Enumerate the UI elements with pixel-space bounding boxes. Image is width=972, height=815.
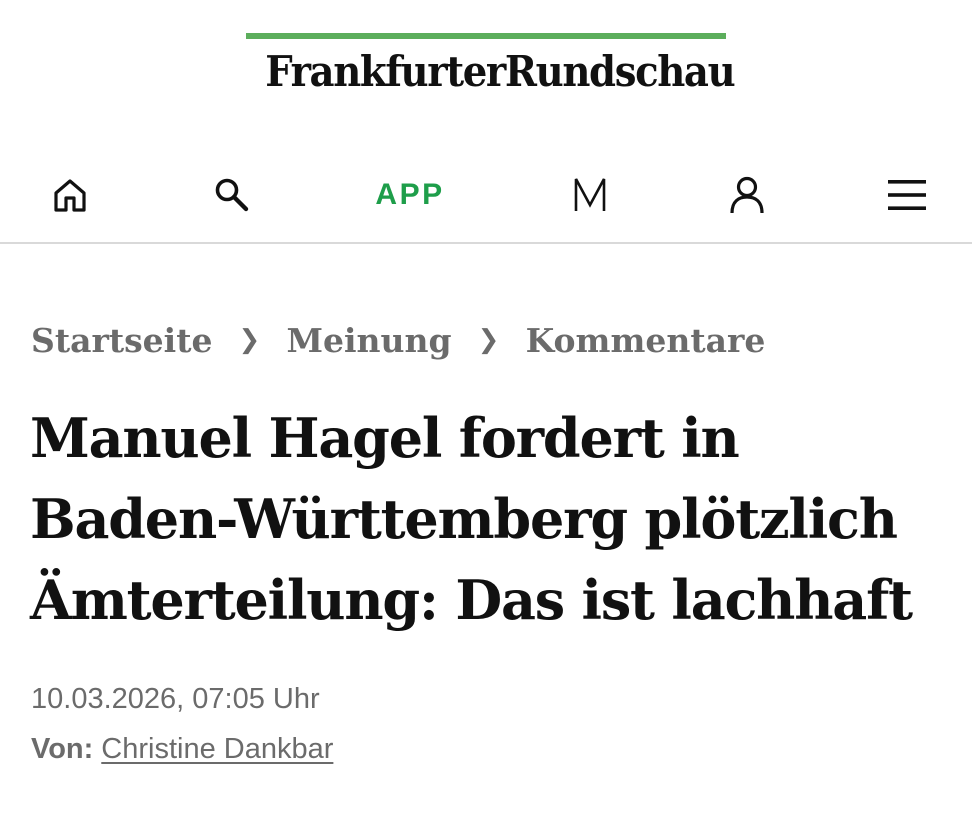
breadcrumb-separator: ❯ — [477, 325, 500, 355]
menu-button[interactable] — [876, 148, 938, 242]
top-navigation: APP — [0, 148, 972, 244]
byline-label: Von: — [31, 733, 94, 765]
app-link[interactable]: APP — [350, 148, 470, 242]
app-label: APP — [375, 178, 445, 211]
home-icon — [54, 179, 86, 212]
search-button[interactable] — [202, 148, 262, 242]
search-icon — [215, 178, 249, 212]
merkzettel-m-icon — [574, 178, 606, 211]
home-button[interactable] — [40, 148, 100, 242]
breadcrumb-startseite[interactable]: Startseite — [31, 321, 212, 360]
author-link[interactable]: Christine Dankbar — [101, 733, 333, 765]
user-icon — [730, 176, 764, 214]
site-logo[interactable]: FrankfurterRundschau — [265, 44, 735, 100]
headline-line: Manuel Hagel fordert in — [30, 406, 740, 470]
breadcrumb: Startseite ❯ Meinung ❯ Kommentare — [31, 316, 765, 364]
hamburger-menu-icon — [888, 180, 926, 210]
article-headline: Manuel Hagel fordert in Baden-Württember… — [30, 398, 950, 641]
breadcrumb-kommentare[interactable]: Kommentare — [526, 321, 766, 360]
account-button[interactable] — [717, 148, 777, 242]
masthead: FrankfurterRundschau — [0, 0, 972, 130]
headline-line: Baden-Württemberg plötzlich — [30, 487, 898, 551]
headline-line: Ämterteilung: Das ist lachhaft — [30, 568, 913, 632]
breadcrumb-meinung[interactable]: Meinung — [286, 321, 451, 360]
merkzettel-button[interactable] — [560, 148, 620, 242]
breadcrumb-separator: ❯ — [238, 325, 261, 355]
publish-date: 10.03.2026, 07:05 Uhr — [31, 683, 320, 715]
logo-green-bar — [246, 33, 726, 39]
byline: Von: Christine Dankbar — [31, 730, 333, 768]
